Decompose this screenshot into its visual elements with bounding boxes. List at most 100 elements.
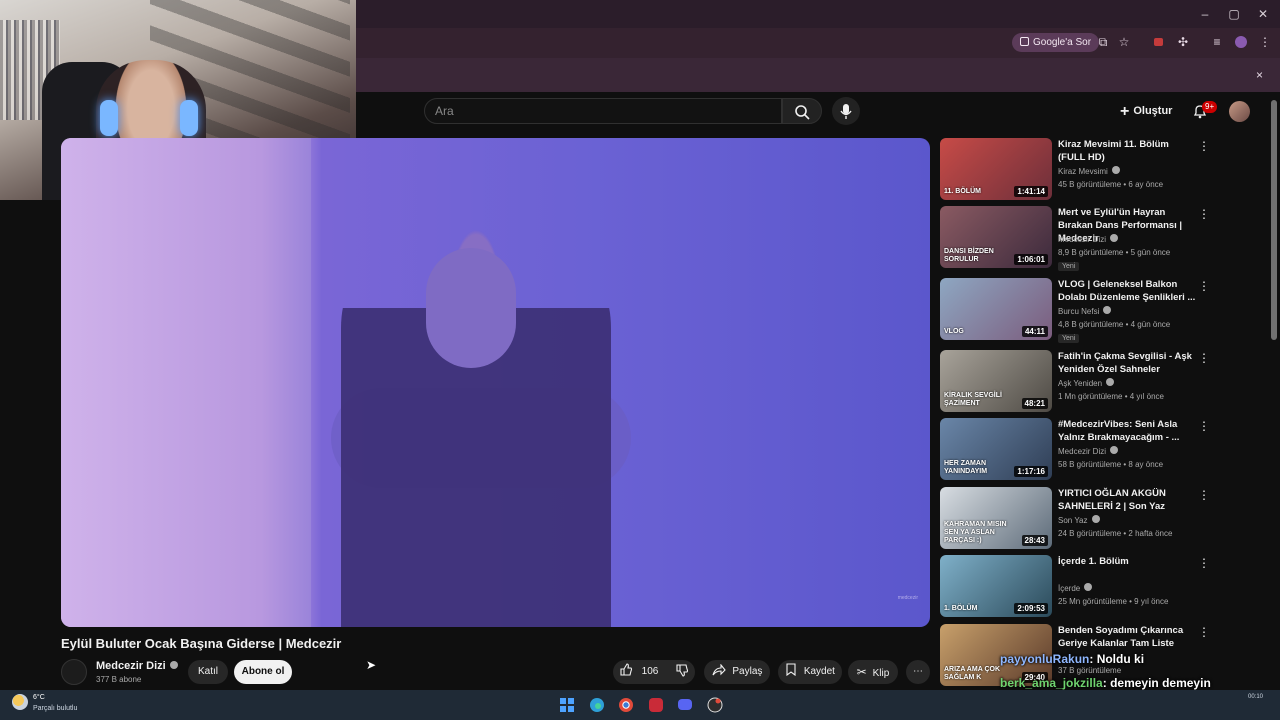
recommendation-title[interactable]: Kiraz Mevsimi 11. Bölüm (FULL HD) bbox=[1058, 138, 1198, 164]
chat-message: payyonluRakun: Noldu ki bbox=[1000, 652, 1144, 666]
recommendation-item[interactable]: 1. BÖLÜM 2:09:53 İçerde 1. Bölüm İçerde … bbox=[940, 555, 1240, 617]
like-button[interactable]: 106 bbox=[619, 660, 658, 684]
profile-icon[interactable] bbox=[1234, 35, 1248, 49]
verified-icon bbox=[1091, 515, 1100, 523]
chat-text: : Noldu ki bbox=[1089, 652, 1145, 666]
extensions-icon[interactable]: ✣ bbox=[1176, 35, 1190, 49]
voice-search-button[interactable] bbox=[832, 97, 860, 125]
search-button[interactable] bbox=[782, 98, 822, 124]
search-input[interactable]: Ara bbox=[424, 98, 782, 124]
account-avatar[interactable] bbox=[1229, 101, 1250, 122]
video-thumbnail[interactable]: KİRALIK SEVGİLİ ŞAZİMENT 48:21 bbox=[940, 350, 1052, 412]
recommendation-title[interactable]: #MedcezirVibes: Seni Asla Yalnız Bırakma… bbox=[1058, 418, 1198, 444]
video-player[interactable]: medcezir bbox=[61, 138, 930, 627]
start-menu-icon[interactable] bbox=[558, 696, 576, 714]
recommendation-channel[interactable]: Aşk Yeniden bbox=[1058, 378, 1115, 388]
share-icon bbox=[712, 663, 726, 676]
recommendation-item[interactable]: DANSI BİZDEN SORULUR 1:06:01 Mert ve Eyl… bbox=[940, 206, 1240, 271]
scrollbar[interactable] bbox=[1271, 100, 1277, 340]
subscriber-count: 377 B abone bbox=[96, 675, 142, 684]
recommendation-meta: 1 Mn görüntüleme • 4 yıl önce bbox=[1058, 392, 1164, 401]
more-vertical-icon[interactable]: ⋮ bbox=[1198, 352, 1210, 364]
recommendation-channel-text: Kiraz Mevsimi bbox=[1058, 167, 1108, 176]
video-duration: 1:17:16 bbox=[1014, 466, 1048, 477]
video-duration: 28:43 bbox=[1021, 535, 1048, 546]
weather-temperature: 6°C bbox=[33, 694, 45, 701]
clip-button[interactable]: ✂ Klip bbox=[848, 660, 898, 684]
dislike-button[interactable] bbox=[675, 660, 689, 684]
video-duration: 1:41:14 bbox=[1014, 186, 1048, 197]
more-vertical-icon[interactable]: ⋮ bbox=[1198, 140, 1210, 152]
bookmark-star-icon[interactable]: ☆ bbox=[1117, 35, 1131, 49]
maximize-icon[interactable]: ▢ bbox=[1226, 6, 1242, 22]
recommendation-channel-text: Aşk Yeniden bbox=[1058, 379, 1103, 388]
recommendation-title[interactable]: Fatih'in Çakma Sevgilisi - Aşk Yeniden Ö… bbox=[1058, 350, 1198, 376]
recommendation-meta: 24 B görüntüleme • 2 hafta önce bbox=[1058, 529, 1173, 538]
menu-kebab-icon[interactable]: ⋮ bbox=[1258, 35, 1272, 49]
recommendation-title[interactable]: YIRTICI OĞLAN AKGÜN SAHNELERİ 2 | Son Ya… bbox=[1058, 487, 1198, 513]
weather-icon[interactable] bbox=[12, 694, 28, 710]
video-thumbnail[interactable]: DANSI BİZDEN SORULUR 1:06:01 bbox=[940, 206, 1052, 268]
join-button[interactable]: Katıl bbox=[188, 660, 228, 684]
thumbnail-caption: HER ZAMAN YANINDAYIM bbox=[944, 460, 988, 475]
recommendation-item[interactable]: KAHRAMAN MISIN SEN YA ASLAN PARÇASI :) 2… bbox=[940, 487, 1240, 549]
reading-list-icon[interactable]: ≡ bbox=[1210, 35, 1224, 49]
create-button[interactable]: + Oluştur bbox=[1120, 102, 1172, 120]
recommendation-channel[interactable]: Medcezir Dizi bbox=[1058, 446, 1119, 456]
more-vertical-icon[interactable]: ⋮ bbox=[1198, 280, 1210, 292]
mouse-cursor-icon: ➤ bbox=[366, 658, 377, 672]
verified-icon bbox=[1111, 166, 1120, 174]
recommendation-channel-text: Medcezir Dizi bbox=[1058, 235, 1107, 244]
recommendation-title[interactable]: Benden Soyadımı Çıkarınca Geriye Kalanla… bbox=[1058, 624, 1198, 650]
lens-icon bbox=[1020, 37, 1029, 46]
video-thumbnail[interactable]: VLOG 44:11 bbox=[940, 278, 1052, 340]
more-vertical-icon[interactable]: ⋮ bbox=[1198, 557, 1210, 569]
recommendation-item[interactable]: VLOG 44:11 VLOG | Geleneksel Balkon Dola… bbox=[940, 278, 1240, 343]
discord-icon[interactable] bbox=[676, 696, 694, 714]
recommendation-meta: 25 Mn görüntüleme • 9 yıl önce bbox=[1058, 597, 1169, 606]
video-thumbnail[interactable]: KAHRAMAN MISIN SEN YA ASLAN PARÇASI :) 2… bbox=[940, 487, 1052, 549]
notification-count-badge: 9+ bbox=[1202, 101, 1218, 113]
more-actions-button[interactable]: ⋯ bbox=[906, 660, 930, 684]
recommendation-item[interactable]: HER ZAMAN YANINDAYIM 1:17:16 #MedcezirVi… bbox=[940, 418, 1240, 480]
channel-name[interactable]: Medcezir Dizi bbox=[96, 660, 178, 672]
save-button[interactable]: Kaydet bbox=[778, 660, 842, 684]
video-thumbnail[interactable]: 11. BÖLÜM 1:41:14 bbox=[940, 138, 1052, 200]
subscribe-button[interactable]: Abone ol bbox=[234, 660, 292, 684]
chrome-browser-icon[interactable] bbox=[617, 696, 635, 714]
edge-browser-icon[interactable] bbox=[588, 696, 606, 714]
more-vertical-icon[interactable]: ⋮ bbox=[1198, 420, 1210, 432]
video-thumbnail[interactable]: 1. BÖLÜM 2:09:53 bbox=[940, 555, 1052, 617]
channel-avatar[interactable] bbox=[61, 659, 87, 685]
close-infobar-icon[interactable]: × bbox=[1256, 68, 1263, 82]
video-thumbnail[interactable]: HER ZAMAN YANINDAYIM 1:17:16 bbox=[940, 418, 1052, 480]
close-window-icon[interactable]: ✕ bbox=[1255, 6, 1271, 22]
recommendation-channel[interactable]: Burcu Nefsi bbox=[1058, 306, 1112, 316]
recommendation-channel-text: Burcu Nefsi bbox=[1058, 307, 1100, 316]
install-app-icon[interactable]: ⧉ bbox=[1096, 35, 1110, 49]
extension-badge-icon[interactable] bbox=[1152, 35, 1166, 49]
recommendation-title[interactable]: İçerde 1. Bölüm bbox=[1058, 555, 1198, 568]
recommendation-channel[interactable]: Medcezir Dizi bbox=[1058, 234, 1119, 244]
verified-icon bbox=[1110, 446, 1119, 454]
recommendation-channel[interactable]: Son Yaz bbox=[1058, 515, 1100, 525]
channel-name-text: Medcezir Dizi bbox=[96, 660, 166, 672]
chat-message: berk_ama_jokzilla: demeyin demeyin bbox=[1000, 676, 1211, 690]
recommendation-meta: 8,9 B görüntüleme • 5 gün önce bbox=[1058, 248, 1171, 257]
app-red-icon[interactable] bbox=[647, 696, 665, 714]
minimize-icon[interactable]: – bbox=[1197, 6, 1213, 22]
ask-google-chip[interactable]: Google'a Sor bbox=[1012, 33, 1100, 52]
share-button[interactable]: Paylaş bbox=[704, 660, 770, 684]
thumbnail-caption: DANSI BİZDEN SORULUR bbox=[944, 248, 994, 263]
recommendation-channel[interactable]: İçerde bbox=[1058, 583, 1093, 593]
recommendation-item[interactable]: KİRALIK SEVGİLİ ŞAZİMENT 48:21 Fatih'in … bbox=[940, 350, 1240, 412]
obs-icon[interactable] bbox=[706, 696, 724, 714]
recommendation-title[interactable]: VLOG | Geleneksel Balkon Dolabı Düzenlem… bbox=[1058, 278, 1198, 304]
more-vertical-icon[interactable]: ⋮ bbox=[1198, 208, 1210, 220]
recommendation-item[interactable]: 11. BÖLÜM 1:41:14 Kiraz Mevsimi 11. Bölü… bbox=[940, 138, 1240, 200]
more-vertical-icon[interactable]: ⋮ bbox=[1198, 489, 1210, 501]
more-vertical-icon[interactable]: ⋮ bbox=[1198, 626, 1210, 638]
microphone-icon bbox=[840, 104, 852, 119]
recommendation-meta: 58 B görüntüleme • 8 ay önce bbox=[1058, 460, 1164, 469]
recommendation-channel[interactable]: Kiraz Mevsimi bbox=[1058, 166, 1120, 176]
